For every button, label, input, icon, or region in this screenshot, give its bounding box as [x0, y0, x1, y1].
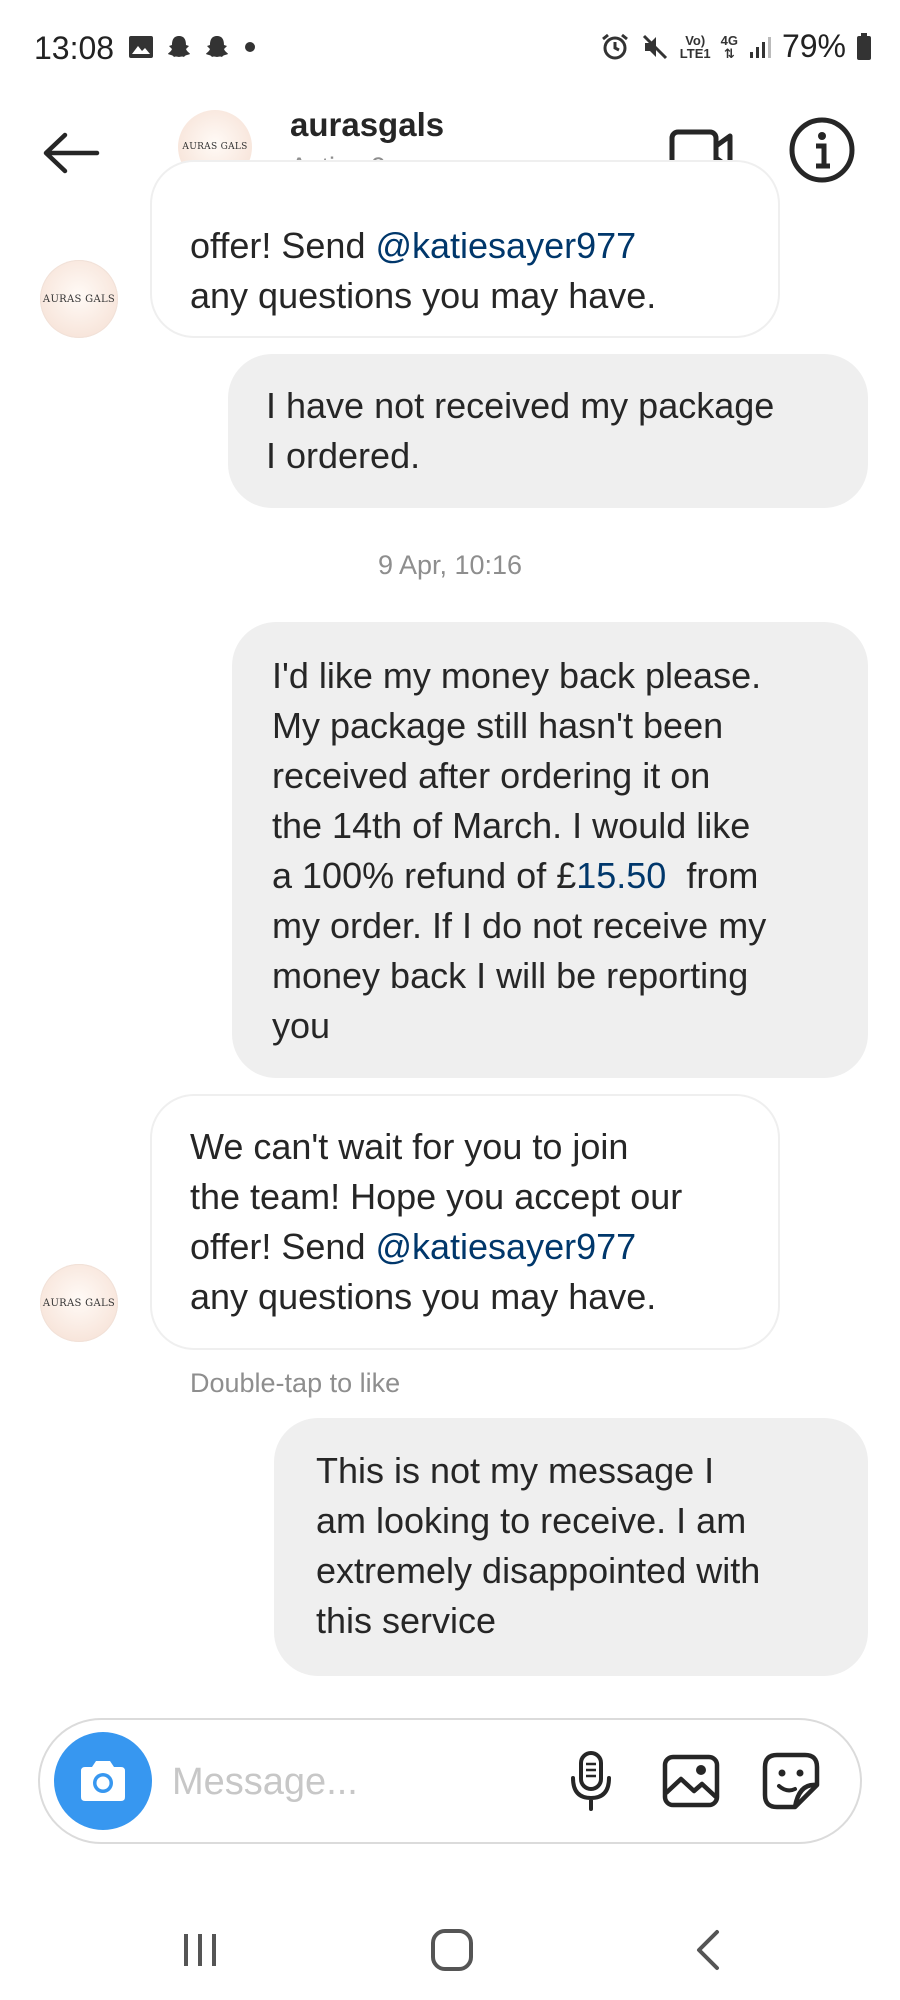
message-timestamp: 9 Apr, 10:16	[377, 550, 523, 580]
gallery-button[interactable]	[656, 1746, 726, 1816]
sender-avatar[interactable]: AURAS GALS	[40, 1264, 118, 1342]
battery-icon	[857, 32, 871, 60]
chat-username[interactable]: aurasgals	[290, 106, 444, 144]
info-icon	[789, 117, 855, 183]
nav-back-icon	[697, 1930, 719, 1970]
message-composer	[38, 1718, 862, 1844]
amount-link[interactable]: 15.50	[576, 855, 666, 896]
sticker-icon	[762, 1752, 820, 1810]
recent-apps-button[interactable]	[160, 1920, 240, 1980]
system-back-button[interactable]	[668, 1920, 748, 1980]
camera-icon	[81, 1761, 125, 1801]
recent-apps-icon	[184, 1934, 216, 1966]
more-notifications-dot-icon	[245, 42, 255, 52]
home-icon	[431, 1929, 473, 1971]
avatar-logo-text: AURAS GALS	[182, 142, 248, 152]
signal-icon	[749, 36, 771, 58]
info-button[interactable]	[786, 114, 858, 186]
back-arrow-icon	[43, 132, 100, 174]
status-right: Vo) LTE1 4G ⇅ 79%	[600, 28, 872, 65]
outgoing-message[interactable]: I have not received my package I ordered…	[228, 354, 868, 508]
mention-link[interactable]: @katiesayer977	[375, 225, 636, 266]
sender-avatar[interactable]: AURAS GALS	[40, 260, 118, 338]
incoming-message[interactable]: offer! Send @katiesayer977 any questions…	[150, 160, 780, 338]
double-tap-hint: Double-tap to like	[190, 1368, 401, 1398]
notification-icons	[128, 34, 258, 60]
gallery-icon	[662, 1754, 720, 1808]
back-button[interactable]	[36, 118, 106, 188]
snapchat-notification-icon	[168, 36, 190, 57]
network-volte: Vo) LTE1	[679, 32, 711, 61]
system-navigation-bar	[0, 1900, 900, 2000]
snapchat-notification-icon	[206, 36, 228, 57]
home-button[interactable]	[412, 1920, 492, 1980]
incoming-message[interactable]: We can't wait for you to join the team! …	[150, 1094, 780, 1350]
mute-icon	[642, 34, 667, 59]
sticker-button[interactable]	[756, 1746, 826, 1816]
gallery-notification-icon	[129, 36, 153, 58]
network-4g: 4G ⇅	[720, 32, 738, 61]
mention-link[interactable]: @katiesayer977	[375, 1226, 636, 1267]
outgoing-message[interactable]: I'd like my money back please. My packag…	[232, 622, 868, 1078]
alarm-icon	[601, 33, 628, 59]
camera-button[interactable]	[54, 1732, 152, 1830]
message-input[interactable]	[170, 1742, 554, 1822]
status-time: 13:08	[34, 30, 115, 66]
outgoing-message[interactable]: This is not my message I am looking to r…	[274, 1418, 868, 1676]
microphone-icon	[571, 1751, 611, 1811]
message-thread[interactable]: offer! Send @katiesayer977 any questions…	[0, 160, 900, 1710]
voice-message-button[interactable]	[556, 1746, 626, 1816]
battery-percentage: 79%	[781, 28, 846, 64]
status-bar: 13:08 Vo) LTE1 4G ⇅ 79%	[0, 0, 900, 100]
